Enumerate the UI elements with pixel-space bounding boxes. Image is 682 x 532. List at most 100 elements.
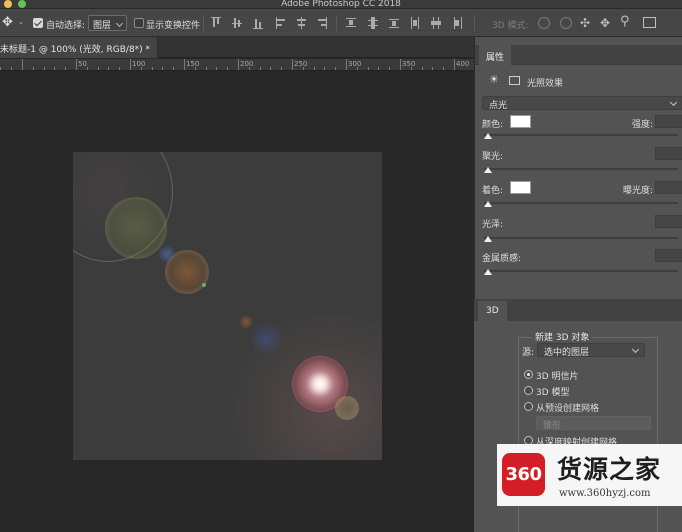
flare-yellow-disc [335, 396, 359, 420]
tab-properties[interactable]: 属性 [479, 45, 512, 65]
ruler-minor-tick [281, 67, 283, 70]
align-horizontal-center-icon[interactable] [296, 17, 306, 29]
properties-tab-strip: 属性 [475, 45, 682, 65]
source-dropdown[interactable]: 选中的图层 [537, 343, 645, 358]
show-transform-label: 显示变换控件 [146, 21, 201, 31]
document-tab[interactable]: 未标题-1 @ 100% (光效, RGB/8*) * [0, 37, 158, 58]
ruler-minor-tick [86, 67, 88, 70]
radio-3d-model[interactable] [524, 386, 533, 395]
search-icon[interactable]: ⚲ [620, 15, 630, 28]
hotspot-slider-handle[interactable] [484, 167, 492, 173]
ruler-major-tick [292, 59, 293, 70]
document-tab-bar: 未标题-1 @ 100% (光效, RGB/8*) * [0, 37, 474, 58]
distribute-right-icon[interactable] [452, 17, 462, 29]
flare-orange-disc [165, 250, 209, 294]
ruler-minor-tick [378, 67, 380, 70]
hotspot-slider-track[interactable] [484, 168, 678, 170]
canvas-area[interactable] [0, 72, 474, 532]
exposure-label: 曝光度: [623, 186, 654, 196]
distribute-left-icon[interactable] [410, 17, 420, 29]
document-canvas[interactable] [73, 152, 382, 460]
metallic-input[interactable] [655, 249, 682, 262]
ruler-minor-tick [32, 67, 34, 70]
options-bar: ✥ ⌄ 自动选择: 图层 显示变换控件 3D 模式: ✣ ✥ ⚲ [0, 9, 682, 37]
hotspot-input[interactable] [655, 147, 682, 160]
mode-3d-label: 3D 模式: [492, 21, 529, 31]
drag-3d-icon[interactable]: ✣ [580, 17, 590, 29]
hotspot-label: 聚光: [482, 152, 504, 162]
app-title: Adobe Photoshop CC 2018 [281, 0, 401, 9]
ruler-label: 50 [78, 60, 87, 68]
intensity-input[interactable] [655, 115, 682, 128]
gloss-slider-track[interactable] [484, 237, 678, 239]
roll-3d-icon[interactable] [560, 17, 572, 29]
exposure-slider-handle[interactable] [484, 201, 492, 207]
metallic-slider-handle[interactable] [484, 269, 492, 275]
toolbar-divider [203, 15, 204, 31]
source-label: 源: [522, 348, 535, 358]
ruler-minor-tick [162, 67, 164, 70]
distribute-horizontal-center-icon[interactable] [431, 17, 441, 29]
show-transform-checkbox[interactable] [134, 18, 144, 28]
ruler-major-tick [400, 59, 401, 70]
exposure-slider-track[interactable] [484, 202, 678, 204]
metallic-slider-track[interactable] [484, 270, 678, 272]
ruler-label: 100 [132, 60, 146, 68]
ruler-minor-tick [11, 67, 13, 70]
radio-mesh-from-preset[interactable] [524, 402, 533, 411]
ruler-minor-tick [97, 67, 99, 70]
ruler-major-tick [130, 59, 131, 70]
gloss-slider-handle[interactable] [484, 236, 492, 242]
panel-3d-tab-strip: 3D [474, 299, 682, 321]
tool-preset-chevron-icon[interactable]: ⌄ [18, 18, 24, 26]
move-tool-icon[interactable]: ✥ [2, 16, 16, 30]
tab-3d[interactable]: 3D [478, 301, 507, 321]
ruler-minor-tick [432, 67, 434, 70]
workspace-icon[interactable] [643, 17, 656, 28]
distribute-bottom-icon[interactable] [389, 17, 399, 29]
exposure-input[interactable] [655, 181, 682, 194]
flare-small-orange [239, 315, 253, 329]
ruler-major-tick [22, 59, 23, 70]
ruler-minor-tick [54, 67, 56, 70]
intensity-slider-track[interactable] [484, 134, 678, 136]
light-icon: ☀ [489, 73, 499, 86]
align-left-icon[interactable] [276, 17, 286, 29]
ruler-minor-tick [216, 67, 218, 70]
align-vertical-center-icon[interactable] [232, 17, 242, 29]
ruler-major-tick [184, 59, 185, 70]
auto-select-target-dropdown[interactable]: 图层 [88, 15, 127, 31]
ruler-minor-tick [0, 67, 2, 70]
horizontal-ruler[interactable]: 50 100 150 200 250 300 350 400 [0, 59, 474, 71]
preset-mesh-dropdown: 锥形 [536, 416, 651, 431]
intensity-slider-handle[interactable] [484, 133, 492, 139]
ruler-label: 200 [240, 60, 254, 68]
flare-tiny-dot [202, 283, 206, 287]
orbit-3d-icon[interactable] [538, 17, 550, 29]
slide-3d-icon[interactable]: ✥ [600, 17, 610, 29]
watermark-url: www.360hyzj.com [559, 488, 651, 499]
distribute-top-icon[interactable] [346, 17, 356, 29]
light-type-value: 点光 [489, 101, 508, 111]
auto-select-checkbox[interactable] [33, 18, 43, 28]
ruler-label: 300 [348, 60, 362, 68]
watermark-badge: 360 [502, 453, 545, 496]
gloss-input[interactable] [655, 215, 682, 228]
align-bottom-icon[interactable] [253, 17, 263, 29]
align-right-icon[interactable] [317, 17, 327, 29]
auto-select-label: 自动选择: [46, 21, 86, 31]
ruler-label: 250 [294, 60, 308, 68]
ruler-major-tick [238, 59, 239, 70]
light-color-swatch[interactable] [510, 115, 531, 128]
radio-3d-postcard[interactable] [524, 370, 533, 379]
watermark-name: 货源之家 [557, 455, 662, 484]
ruler-minor-tick [389, 67, 391, 70]
colorize-label: 着色: [482, 186, 504, 196]
colorize-color-swatch[interactable] [510, 181, 531, 194]
option-mesh-from-preset-label: 从预设创建网格 [536, 404, 600, 414]
intensity-label: 强度: [632, 120, 654, 130]
distribute-vertical-center-icon[interactable] [368, 17, 378, 29]
ruler-minor-tick [259, 67, 261, 70]
align-top-icon[interactable] [211, 17, 221, 29]
light-type-dropdown[interactable]: 点光 [482, 96, 682, 111]
